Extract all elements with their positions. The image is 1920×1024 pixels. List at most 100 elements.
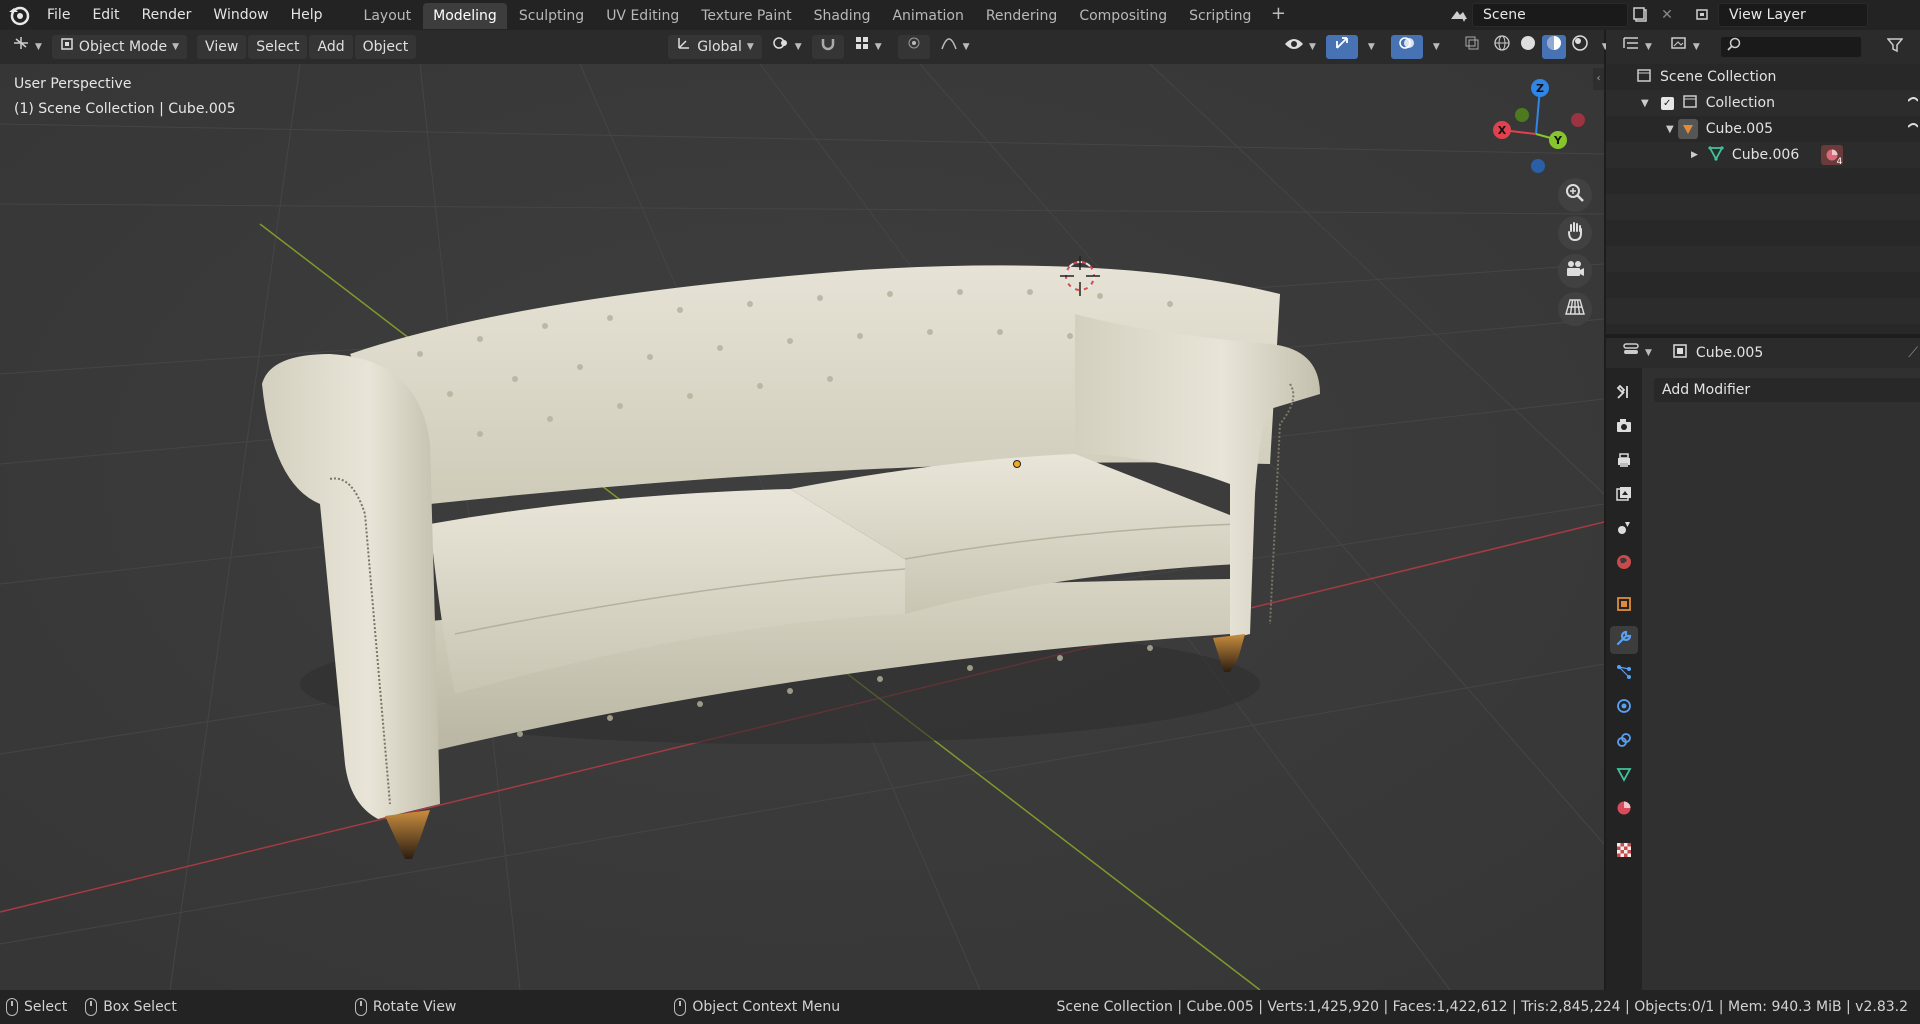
context-label: (1) Scene Collection | Cube.005 — [14, 101, 236, 117]
cube005-label: Cube.005 — [1705, 121, 1774, 137]
outliner-editor-type[interactable]: ▼ — [1614, 35, 1660, 59]
add-modifier-button[interactable]: Add Modifier — [1654, 378, 1920, 402]
physics-icon — [1615, 697, 1633, 719]
overlays-dropdown[interactable]: ▼ — [1425, 35, 1448, 59]
tab-mesh-data[interactable] — [1610, 762, 1638, 790]
outliner-empty-row — [1606, 220, 1920, 246]
display-mode-button[interactable]: ▼ — [1662, 35, 1708, 59]
material-slots-icon[interactable]: 4 — [1821, 145, 1844, 167]
status-select: Select — [6, 998, 67, 1016]
tab-modifiers[interactable] — [1610, 626, 1638, 654]
tab-uv-editing[interactable]: UV Editing — [596, 3, 689, 29]
perspective-toggle-button[interactable] — [1558, 292, 1592, 326]
cube005-visibility-icon[interactable] — [1907, 121, 1919, 137]
collection-expand-icon[interactable]: ▼ — [1641, 98, 1649, 109]
mode-selector[interactable]: Object Mode ▼ — [51, 35, 188, 59]
xray-toggle[interactable] — [1456, 35, 1488, 59]
zoom-button[interactable] — [1558, 178, 1592, 212]
pivot-point-button[interactable]: ▼ — [764, 35, 810, 59]
pan-button[interactable] — [1558, 216, 1592, 250]
delete-scene-icon[interactable]: ✕ — [1654, 3, 1680, 27]
tab-particles[interactable] — [1610, 660, 1638, 688]
orientation-icon — [676, 35, 692, 59]
tab-sculpting[interactable]: Sculpting — [509, 3, 594, 29]
transform-orientation-selector[interactable]: Global ▼ — [668, 35, 762, 59]
tab-output[interactable] — [1610, 448, 1638, 476]
falloff-button[interactable]: ▼ — [932, 35, 978, 59]
tab-shading[interactable]: Shading — [804, 3, 881, 29]
viewport-scene[interactable]: Z X Y — [0, 64, 1604, 990]
new-scene-icon[interactable] — [1628, 3, 1654, 27]
status-bar: Select Box Select Rotate View Object Con… — [0, 990, 1920, 1024]
scene-name-field[interactable]: Scene — [1472, 3, 1628, 27]
view-menu[interactable]: View — [197, 35, 247, 59]
tab-render[interactable] — [1610, 414, 1638, 442]
tab-compositing[interactable]: Compositing — [1069, 3, 1177, 29]
camera-view-button[interactable] — [1558, 254, 1592, 288]
tab-texture[interactable] — [1610, 838, 1638, 866]
tab-object[interactable] — [1610, 592, 1638, 620]
tab-world[interactable] — [1610, 550, 1638, 578]
menu-edit[interactable]: Edit — [81, 2, 130, 28]
camera-icon — [1564, 258, 1586, 284]
proportional-editing-toggle[interactable] — [897, 35, 930, 59]
add-menu[interactable]: Add — [309, 35, 353, 59]
visibility-button[interactable]: ▼ — [1276, 35, 1324, 59]
collection-visibility-icon[interactable] — [1907, 95, 1919, 111]
blender-logo-icon[interactable] — [6, 2, 32, 28]
3d-viewport[interactable]: Z X Y User Perspective (1) Scene Collect… — [0, 64, 1604, 990]
sidebar-toggle[interactable]: ‹ — [1593, 68, 1604, 90]
tab-modeling[interactable]: Modeling — [423, 3, 507, 29]
collection-checkbox[interactable]: ✓ — [1660, 96, 1674, 110]
tab-scene[interactable] — [1610, 516, 1638, 544]
tab-tool[interactable] — [1610, 380, 1638, 408]
view-layer-field[interactable]: View Layer — [1718, 3, 1868, 27]
render-camera-icon — [1615, 417, 1633, 439]
falloff-curve-icon — [940, 35, 958, 59]
tab-texture-paint[interactable]: Texture Paint — [691, 3, 801, 29]
view-layer-icon[interactable] — [1692, 3, 1718, 27]
shading-material-button[interactable] — [1541, 35, 1566, 59]
scene-icon[interactable]: ▾ — [1446, 3, 1472, 27]
tab-rendering[interactable]: Rendering — [976, 3, 1068, 29]
shading-wireframe-button[interactable] — [1490, 35, 1514, 59]
tab-material[interactable] — [1610, 796, 1638, 824]
tab-physics[interactable] — [1610, 694, 1638, 722]
filter-button[interactable] — [1882, 35, 1908, 59]
tab-constraints[interactable] — [1610, 728, 1638, 756]
cube005-expand-icon[interactable]: ▼ — [1666, 124, 1674, 135]
tab-animation[interactable]: Animation — [882, 3, 973, 29]
tab-layout[interactable]: Layout — [354, 3, 422, 29]
cube006-expand-icon[interactable]: ▶ — [1691, 150, 1698, 160]
outliner-empty-row — [1606, 168, 1920, 194]
add-workspace-button[interactable]: + — [1267, 4, 1289, 26]
outliner-row-scene-collection[interactable]: Scene Collection — [1606, 64, 1920, 90]
display-mode-icon — [1670, 35, 1688, 59]
editor-type-button[interactable]: ▼ — [4, 35, 50, 59]
outliner-row-collection[interactable]: ▼ ✓ Collection — [1606, 90, 1920, 116]
gizmo-dropdown[interactable]: ▼ — [1360, 35, 1383, 59]
tab-scripting[interactable]: Scripting — [1179, 3, 1261, 29]
mouse-middle-icon — [354, 998, 367, 1016]
snap-target-button[interactable]: ▼ — [846, 35, 890, 59]
menu-render[interactable]: Render — [131, 2, 203, 28]
menu-help[interactable]: Help — [280, 2, 334, 28]
collection-icon — [1682, 93, 1698, 113]
properties-editor-type[interactable]: ▼ — [1614, 341, 1660, 365]
gizmo-toggle[interactable] — [1325, 35, 1358, 59]
snap-toggle[interactable] — [811, 35, 844, 59]
object-menu[interactable]: Object — [354, 35, 417, 59]
outliner-empty-row — [1606, 272, 1920, 298]
outliner-row-cube-005[interactable]: ▼ Cube.005 — [1606, 116, 1920, 142]
shading-solid-button[interactable] — [1516, 35, 1540, 59]
select-menu[interactable]: Select — [248, 35, 308, 59]
outliner-search-input[interactable] — [1719, 36, 1862, 58]
shading-rendered-button[interactable] — [1568, 35, 1592, 59]
menu-window[interactable]: Window — [202, 2, 279, 28]
menu-file[interactable]: File — [36, 2, 81, 28]
overlays-toggle[interactable] — [1390, 35, 1423, 59]
tab-view-layer[interactable] — [1610, 482, 1638, 510]
status-context-menu: Object Context Menu — [674, 998, 840, 1016]
pin-icon[interactable]: ⟋ — [1908, 345, 1918, 361]
outliner-row-cube-006[interactable]: ▶ Cube.006 4 — [1606, 142, 1920, 168]
